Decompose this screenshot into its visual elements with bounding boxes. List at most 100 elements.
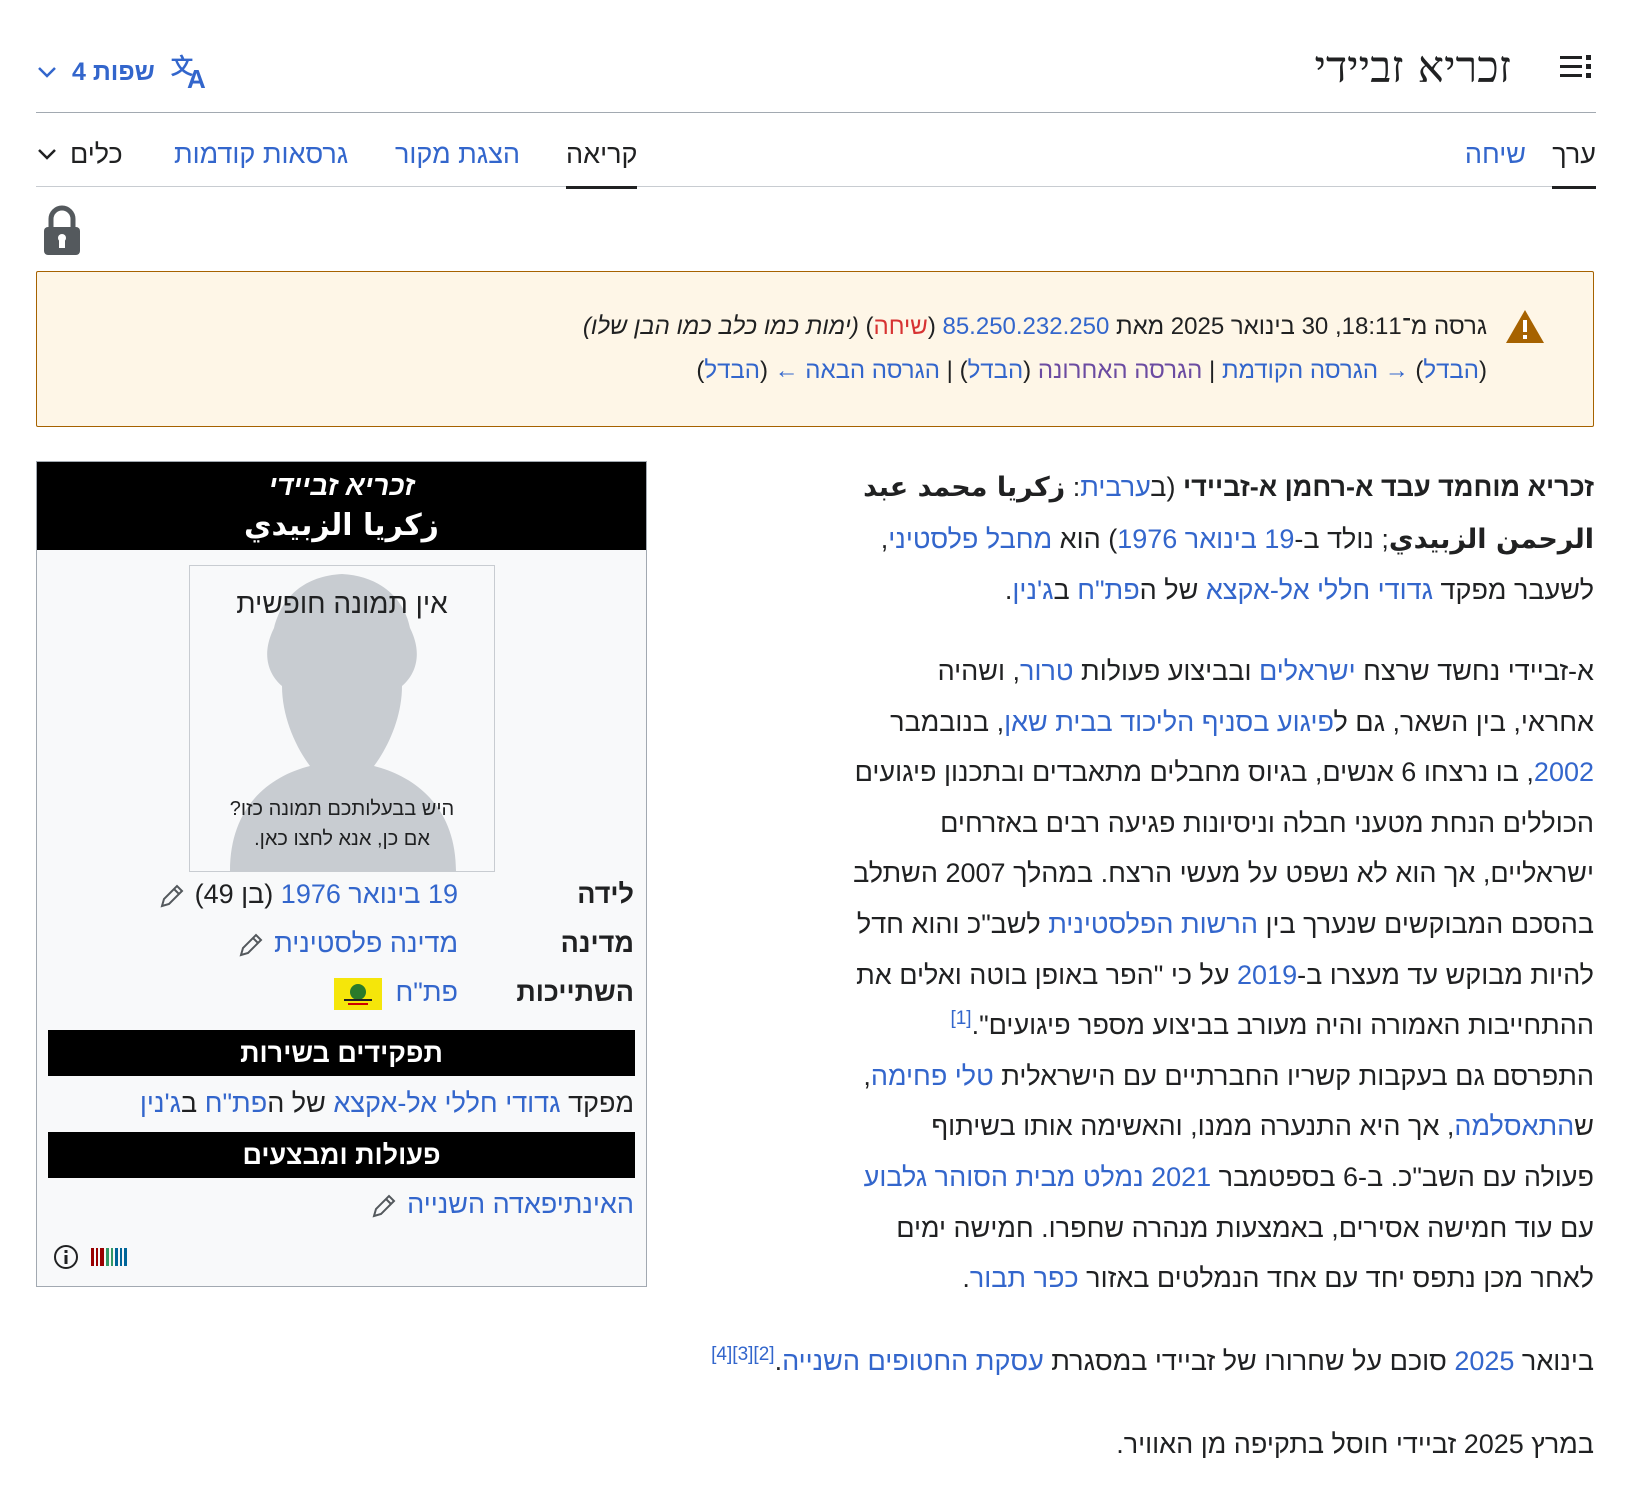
image-request-line: אם כן, אנא לחצו כאן. (254, 828, 430, 850)
article-paragraph-1: זכריא מוחמד עבד א-רחמן א-זביידי (בערבית:… (694, 462, 1594, 616)
infobox-row-birth: לידה 19 בינואר 1976 (בן 49) (37, 872, 646, 916)
no-free-image-text: אין תמונה חופשית (236, 588, 448, 619)
tools-menu[interactable]: כלים (36, 136, 123, 172)
language-button[interactable]: 4 שפות 文 A (36, 52, 213, 92)
tab-read[interactable]: קריאה (566, 136, 638, 189)
infobox-row-affiliation: השתייכות פת"ח (37, 970, 646, 1014)
text: . (774, 1346, 783, 1376)
militant-link[interactable]: מחבל פלסטיני (888, 524, 1052, 554)
pencil-icon[interactable] (238, 932, 264, 958)
fatah-link[interactable]: פת"ח (396, 977, 458, 1007)
tab-article[interactable]: ערך (1552, 136, 1596, 189)
fatah-link[interactable]: פת"ח (205, 1088, 267, 1118)
kafr-tavor-link[interactable]: כפר תבור (970, 1263, 1079, 1293)
info-icon[interactable] (53, 1244, 79, 1270)
fatah-flag-icon (334, 977, 382, 1010)
tab-view-source[interactable]: הצגת מקור (395, 136, 520, 186)
tab-talk[interactable]: שיחה (1465, 136, 1526, 186)
infobox-title-hebrew: זכריא זביידי (268, 470, 415, 501)
birth-date-link[interactable]: 19 בינואר 1976 (281, 879, 458, 909)
text: לאחר מכן נתפס יחד עם אחד הנמלטים באזור (1078, 1263, 1594, 1294)
no-image-placeholder[interactable]: אין תמונה חופשית היש בבעלותכם תמונה כזו?… (189, 565, 495, 872)
israelis-link[interactable]: ישראלים (1259, 656, 1356, 686)
infobox-section-operations: פעולות ומבצעים (48, 1132, 635, 1178)
arabic-name: الرحمن الزبيدي (1388, 523, 1594, 555)
image-request-line: היש בבעלותכם תמונה כזו? (229, 798, 455, 820)
palestinian-authority-link[interactable]: הרשות הפלסטינית (1048, 909, 1258, 939)
text: ; נולד ב- (1294, 523, 1389, 554)
page-tabs: ערך שיחה קריאה הצגת מקור גרסאות קודמות כ… (36, 126, 1596, 189)
lock-icon[interactable] (42, 205, 82, 257)
affiliation-value: פת"ח (334, 970, 458, 1014)
country-link[interactable]: מדינה פלסטינית (274, 928, 458, 958)
intifada-link[interactable]: האינתיפאדה השנייה (407, 1189, 634, 1219)
role-of: של ה (267, 1088, 326, 1118)
pencil-icon[interactable] (371, 1193, 397, 1219)
diff-next-link[interactable]: הבדל (704, 357, 760, 384)
text: ) הוא (1052, 523, 1118, 554)
reference-links[interactable]: [2][3][4] (711, 1344, 774, 1365)
text: ובביצוע פעולות (1073, 656, 1259, 686)
image-request-text[interactable]: היש בבעלותכם תמונה כזו? אם כן, אנא לחצו כ… (190, 794, 494, 854)
chevron-down-icon (38, 67, 56, 78)
unit-link[interactable]: גדודי חללי אל-אקצא (1206, 575, 1433, 605)
text: , ושהיה (937, 656, 1021, 686)
role-value: מפקד גדודי חללי אל-אקצא של הפת"ח בג'נין (140, 1081, 634, 1125)
birth-value: 19 בינואר 1976 (בן 49) (159, 872, 458, 916)
arabic-name: زكريا محمد عبد (863, 472, 1066, 503)
text: של ה (1139, 575, 1206, 606)
year-2002-link[interactable]: 2002 (1534, 757, 1594, 787)
separator: | (1209, 357, 1216, 384)
talk-link[interactable]: שיחה (874, 313, 928, 340)
birth-age: (בן 49) (194, 879, 274, 909)
terror-link[interactable]: טרור (1020, 656, 1074, 686)
text: , בנובמבר (890, 706, 1005, 737)
chevron-down-icon (38, 149, 56, 160)
jenin-link[interactable]: ג'נין (1012, 575, 1053, 605)
tools-label: כלים (70, 139, 123, 169)
text: אחראי, בין השאר, גם ל (1334, 706, 1594, 737)
arabic-language-link[interactable]: ערבית (1080, 472, 1151, 502)
text-line: ישראליים, אך הוא לא נשפט על מעשי הרצח. ב… (853, 858, 1594, 889)
tali-fahima-link[interactable]: טלי פחימה (871, 1061, 994, 1091)
pencil-icon[interactable] (159, 883, 185, 909)
diff-prev-link[interactable]: הבדל (1423, 357, 1479, 384)
ip-link[interactable]: 85.250.232.250 (942, 313, 1109, 340)
language-count-label: 4 שפות (72, 57, 155, 86)
tab-history[interactable]: גרסאות קודמות (174, 136, 348, 186)
role-prefix: מפקד (568, 1088, 634, 1118)
year-2025-link[interactable]: 2025 (1454, 1346, 1514, 1376)
birth-date-link[interactable]: 19 בינואר 1976 (1117, 524, 1294, 554)
text: , (863, 1060, 871, 1091)
attack-link[interactable]: פיגוע בסניף הליכוד בבית שאן (1004, 707, 1334, 737)
birth-label: לידה (577, 879, 634, 909)
latest-revision-link[interactable]: הגרסה האחרונה (1038, 357, 1203, 384)
country-value: מדינה פלסטינית (238, 921, 458, 965)
previous-revision-link[interactable]: → הגרסה הקודמת (1222, 357, 1409, 384)
reference-link[interactable]: [1] (950, 1008, 971, 1029)
text-line: הכוללים הנחת מטעני חבלה וניסיונות פגיעה … (940, 807, 1594, 838)
text: בינואר (1514, 1346, 1594, 1376)
year-2019-link[interactable]: 2019 (1237, 960, 1297, 990)
text: להיות מבוקש עד מעצרו ב- (1297, 959, 1594, 990)
text: , בו נרצחו 6 אנשים, בגיוס מחבלים מתאבדים… (854, 757, 1534, 788)
fatah-link[interactable]: פת"ח (1077, 575, 1139, 605)
hostage-deal-link[interactable]: עסקת החטופים השנייה (782, 1346, 1044, 1376)
text: לשב"כ והוא חדל (856, 908, 1049, 939)
infobox-row-operations: האינתיפאדה השנייה (37, 1182, 646, 1226)
page-header: 4 שפות 文 A זכריא זביידי (36, 30, 1596, 113)
unit-link[interactable]: גדודי חללי אל-אקצא (333, 1088, 560, 1118)
infobox: זכריא זביידי زكريا الزبيدي אין תמונה חופ… (36, 461, 647, 1287)
article-paragraph-3: בינואר 2025 סוכם על שחרורו של זביידי במס… (34, 1336, 1594, 1387)
operations-value: האינתיפאדה השנייה (371, 1182, 634, 1226)
toc-icon[interactable] (1556, 48, 1596, 88)
conversion-link[interactable]: התאסלמה (1454, 1111, 1574, 1141)
gilboa-escape-link[interactable]: 2021 נמלט מבית הסוהר גלבוע (864, 1162, 1212, 1192)
diff-latest-link[interactable]: הבדל (968, 357, 1024, 384)
jenin-link[interactable]: ג'נין (140, 1088, 181, 1118)
edit-summary: (ימות כמו כלב כמו הבן שלו) (582, 313, 859, 340)
svg-text:A: A (187, 64, 206, 92)
wikidata-icon[interactable] (91, 1246, 127, 1268)
text: : (1065, 472, 1081, 502)
next-revision-link[interactable]: הגרסה הבאה ← (775, 357, 940, 384)
